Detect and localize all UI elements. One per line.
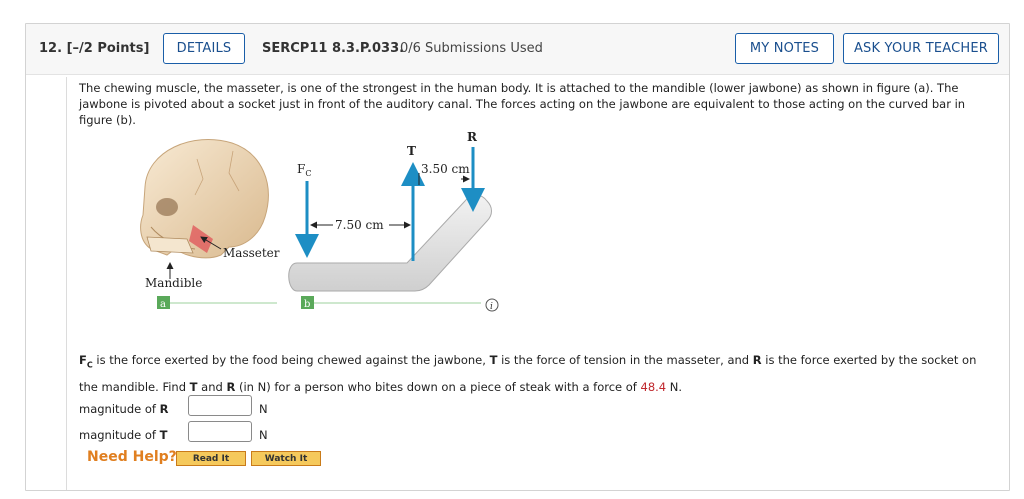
r-label: R — [467, 130, 478, 144]
question-id: SERCP11 8.3.P.033. — [262, 41, 405, 56]
curved-bar — [288, 194, 492, 292]
answer-unit-r: N — [259, 402, 268, 416]
mandible-label: Mandible — [145, 276, 202, 290]
dimension-left-label: 7.50 cm — [335, 218, 384, 232]
question-number-points: 12. [–/2 Points] — [39, 41, 150, 56]
question-text: FC is the force exerted by the food bein… — [79, 353, 977, 395]
skull-illustration — [140, 139, 269, 259]
figure-b-tag-label: b — [304, 299, 310, 310]
magnitude-t-input[interactable] — [188, 421, 252, 442]
ask-teacher-button[interactable]: ASK YOUR TEACHER — [843, 33, 999, 64]
read-it-button[interactable]: Read It — [176, 451, 246, 466]
magnitude-r-input[interactable] — [188, 395, 252, 416]
answer-label-r: magnitude of R — [79, 402, 169, 416]
given-force-value: 48.4 — [640, 380, 667, 395]
details-button[interactable]: DETAILS — [163, 33, 245, 64]
problem-figure: Masseter Mandible FC T R 7.50 cm 3.50 cm — [137, 129, 547, 319]
masseter-label: Masseter — [223, 246, 280, 260]
answer-unit-t: N — [259, 428, 268, 442]
t-label: T — [407, 144, 416, 158]
problem-intro-text: The chewing muscle, the masseter, is one… — [79, 81, 966, 127]
watch-it-button[interactable]: Watch It — [251, 451, 321, 466]
question-body: The chewing muscle, the masseter, is one… — [66, 77, 996, 490]
dimension-right-label: 3.50 cm — [421, 162, 470, 176]
need-help-label: Need Help? — [87, 449, 177, 465]
submissions-count: 0/6 Submissions Used — [400, 41, 543, 56]
fc-label: FC — [297, 162, 311, 178]
my-notes-button[interactable]: MY NOTES — [735, 33, 834, 64]
jawbone-figure-svg: Masseter Mandible FC T R 7.50 cm 3.50 cm — [140, 130, 499, 312]
info-icon-glyph: i — [490, 302, 493, 312]
answer-label-t: magnitude of T — [79, 428, 168, 442]
question-card: 12. [–/2 Points] DETAILS SERCP11 8.3.P.0… — [25, 23, 1010, 491]
question-header: 12. [–/2 Points] DETAILS SERCP11 8.3.P.0… — [26, 24, 1009, 75]
figure-a-tag-label: a — [160, 299, 166, 310]
